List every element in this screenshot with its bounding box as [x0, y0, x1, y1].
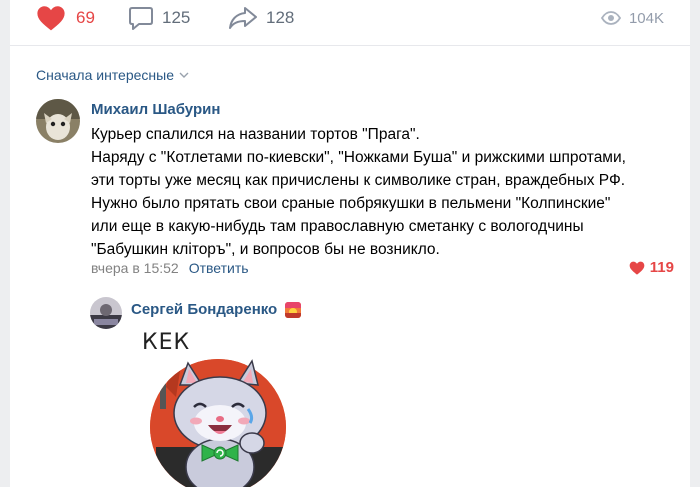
comment-like-button[interactable]: 119 — [629, 259, 674, 276]
comment-text: Курьер спалился на названии тортов "Праг… — [91, 123, 691, 261]
sticker-caption: КЕК — [142, 330, 190, 355]
reply-button[interactable]: Ответить — [189, 260, 249, 276]
comment-icon — [129, 7, 153, 30]
comment-like-count: 119 — [649, 259, 674, 276]
comment-line: эти торты уже месяц как причислены к сим… — [91, 172, 626, 189]
like-button[interactable]: 69 — [36, 4, 95, 32]
comment-count: 125 — [162, 8, 191, 27]
comment-timestamp[interactable]: вчера в 15:52 — [91, 260, 179, 276]
reply-author-name: Сергей Бондаренко — [131, 301, 278, 318]
comment-button[interactable]: 125 — [128, 4, 190, 32]
cat-illustration — [173, 359, 267, 492]
reply-avatar[interactable] — [90, 297, 122, 329]
divider — [10, 45, 690, 46]
share-arrow-icon — [229, 7, 257, 29]
comment-line: Нужно было прятать свои сраные побрякушк… — [91, 195, 611, 212]
page-background-right — [690, 0, 700, 487]
eye-icon — [600, 11, 621, 25]
comment-meta: вчера в 15:52 Ответить — [91, 260, 249, 276]
views-count: 104K — [628, 9, 664, 27]
comments-sort-dropdown[interactable]: Сначала интересные — [36, 67, 189, 83]
post-card: 69 125 128 104K Сначала интересные Михаи… — [10, 0, 691, 492]
comment-line: Наряду с "Котлетами по-киевски", "Ножкам… — [91, 149, 626, 166]
reply-author[interactable]: Сергей Бондаренко — [131, 301, 302, 318]
sort-label: Сначала интересные — [36, 67, 174, 83]
comment-author[interactable]: Михаил Шабурин — [91, 101, 220, 118]
avatar-image — [90, 297, 122, 329]
comment-line: Курьер спалился на названии тортов "Праг… — [91, 126, 420, 143]
sunset-emoji-icon — [285, 301, 302, 318]
share-count: 128 — [266, 8, 295, 27]
avatar[interactable] — [36, 99, 80, 143]
post-actions-bar: 69 125 128 104K — [10, 0, 690, 38]
chevron-down-icon — [179, 72, 189, 78]
comment-line: "Бабушкин кліторъ", и вопросов бы не воз… — [91, 241, 440, 258]
heart-icon — [629, 261, 645, 275]
heart-icon — [37, 6, 65, 31]
avatar-image — [36, 99, 80, 143]
page-background-left — [0, 0, 10, 487]
comment-line: или еще в какую-нибудь там православную … — [91, 218, 584, 235]
kek-cat-sticker[interactable]: КЕК — [136, 327, 301, 492]
views-counter: 104K — [600, 4, 664, 32]
share-button[interactable]: 128 — [228, 4, 294, 32]
like-count: 69 — [76, 8, 95, 27]
